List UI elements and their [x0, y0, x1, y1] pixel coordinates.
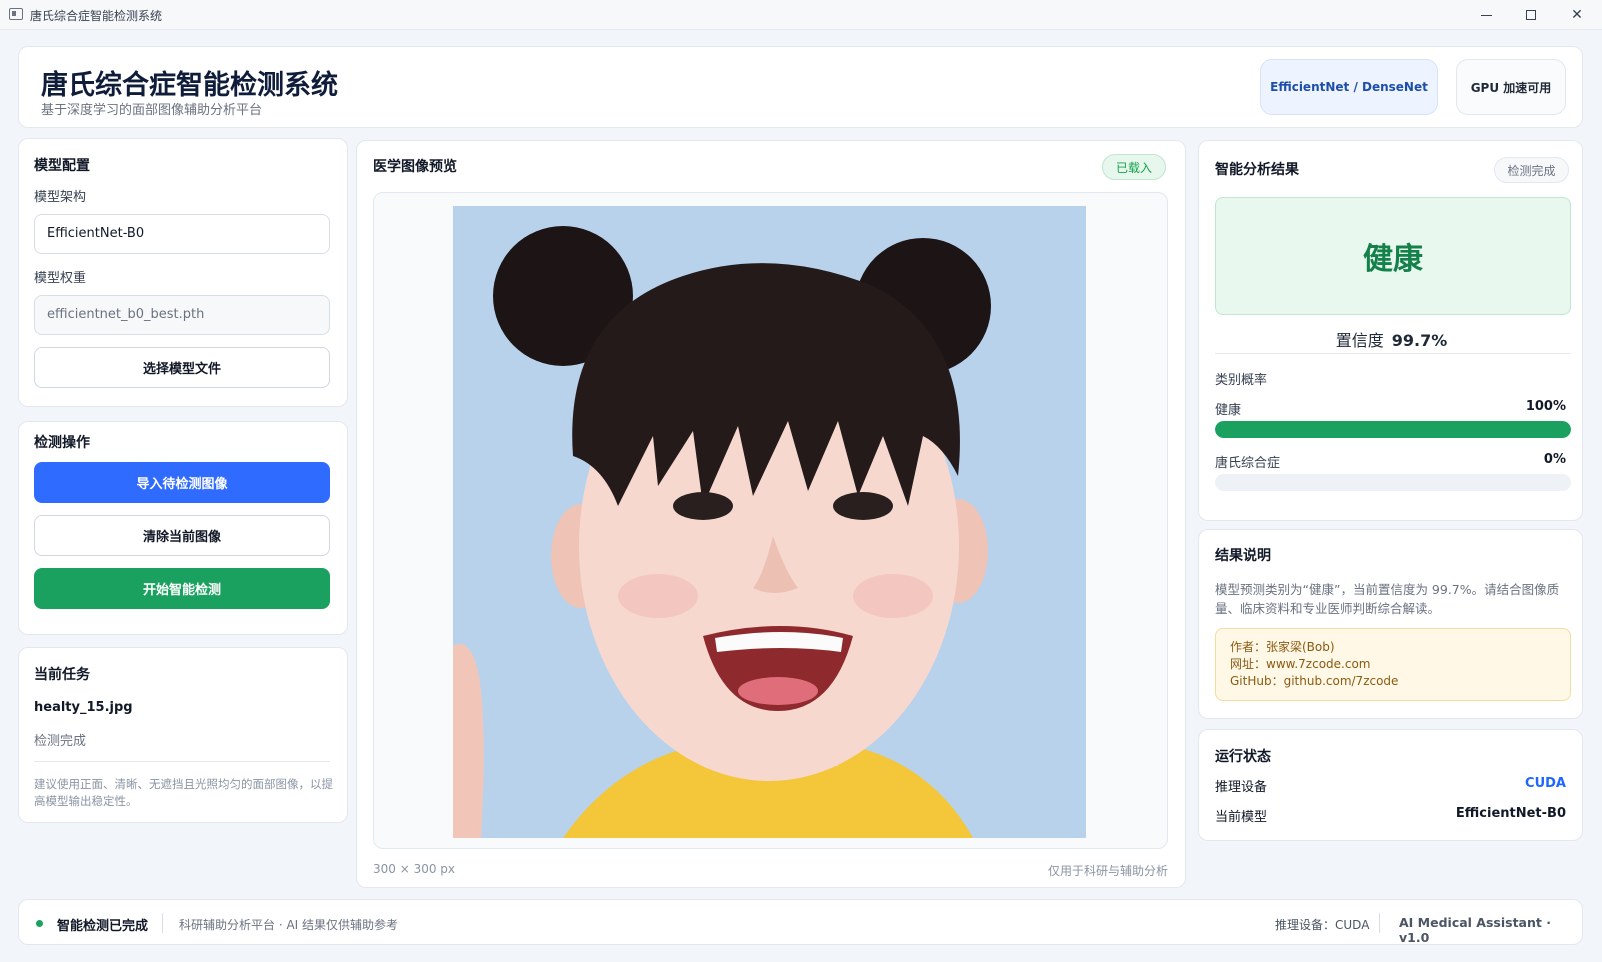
class-name-down-syndrome: 唐氏综合症 [1215, 456, 1281, 471]
github-line[interactable]: GitHub：github.com/7zcode [1230, 673, 1556, 690]
result-note-panel: 结果说明 模型预测类别为“健康”，当前置信度为 99.7%。请结合图像质量、临床… [1198, 529, 1583, 719]
maximize-icon [1526, 10, 1536, 20]
status-separator [1379, 913, 1380, 933]
window-title: 唐氏综合症智能检测系统 [30, 9, 163, 23]
loaded-badge: 已载入 [1102, 154, 1166, 180]
status-dot-icon [36, 920, 43, 927]
status-sub: 科研辅助分析平台 · AI 结果仅供辅助参考 [179, 918, 399, 932]
task-divider [34, 761, 330, 762]
clear-image-button[interactable]: 清除当前图像 [34, 515, 330, 556]
gpu-chip: GPU 加速可用 [1456, 59, 1566, 115]
start-detection-button[interactable]: 开始智能检测 [34, 568, 330, 609]
author-info-box: 作者：张家梁(Bob) 网址：www.7zcode.com GitHub：git… [1215, 628, 1571, 701]
image-size-text: 300 × 300 px [373, 862, 456, 876]
preview-frame [373, 192, 1168, 849]
device-label: 推理设备 [1215, 780, 1268, 795]
import-image-button[interactable]: 导入待检测图像 [34, 462, 330, 503]
result-label: 健康 [1363, 242, 1423, 277]
detection-ops-panel: 检测操作 导入待检测图像 清除当前图像 开始智能检测 [18, 421, 348, 635]
arch-select[interactable]: EfficientNet-B0 [34, 214, 330, 254]
task-status: 检测完成 [34, 734, 87, 749]
ops-title: 检测操作 [34, 435, 90, 451]
model-chip: EfficientNet / DenseNet [1260, 59, 1438, 115]
preview-title: 医学图像预览 [373, 159, 457, 175]
class-value-healthy: 100% [1525, 399, 1566, 414]
status-main: 智能检测已完成 [57, 919, 149, 934]
app-header: 唐氏综合症智能检测系统 基于深度学习的面部图像辅助分析平台 EfficientN… [18, 46, 1583, 128]
result-label-box: 健康 [1215, 197, 1571, 315]
task-filename: healty_15.jpg [34, 700, 133, 715]
result-divider [1215, 353, 1571, 354]
close-button[interactable]: ✕ [1566, 4, 1588, 26]
analysis-result-panel: 智能分析结果 检测完成 健康 置信度 99.7% 类别概率 健康 100% 唐氏综… [1198, 140, 1583, 521]
page-title: 唐氏综合症智能检测系统 [41, 70, 338, 101]
prob-title: 类别概率 [1215, 373, 1268, 388]
page-subtitle: 基于深度学习的面部图像辅助分析平台 [41, 103, 263, 118]
maximize-button[interactable] [1520, 4, 1542, 26]
task-title: 当前任务 [34, 667, 90, 683]
prob-bar-healthy [1215, 421, 1571, 438]
author-line: 作者：张家梁(Bob) [1230, 640, 1335, 654]
face-photo-illustration [453, 206, 1086, 838]
confidence-line: 置信度 99.7% [1199, 327, 1584, 351]
run-title: 运行状态 [1215, 749, 1271, 765]
current-model-label: 当前模型 [1215, 810, 1268, 825]
image-preview-panel: 医学图像预览 已载入 300 × 300 px 仅用于科研与辅助分析 [356, 140, 1186, 888]
minimize-button[interactable] [1476, 4, 1498, 26]
current-task-panel: 当前任务 healty_15.jpg 检测完成 建议使用正面、清晰、无遮挡且光照… [18, 647, 348, 823]
confidence-value: 99.7% [1391, 331, 1448, 350]
note-text: 模型预测类别为“健康”，当前置信度为 99.7%。请结合图像质量、临床资料和专业… [1215, 582, 1560, 616]
site-line[interactable]: 网址：www.7zcode.com [1230, 656, 1556, 673]
current-model-value: EfficientNet-B0 [1455, 806, 1566, 821]
status-app-version: AI Medical Assistant · v1.0 [1399, 915, 1551, 945]
device-value: CUDA [1525, 776, 1566, 791]
run-status-panel: 运行状态 推理设备 CUDA 当前模型 EfficientNet-B0 [1198, 729, 1583, 841]
weight-label: 模型权重 [34, 271, 87, 286]
app-window-icon [9, 8, 23, 20]
preview-image [453, 206, 1086, 838]
status-separator [162, 913, 163, 933]
status-bar: 智能检测已完成 科研辅助分析平台 · AI 结果仅供辅助参考 推理设备：CUDA… [18, 899, 1583, 945]
class-name-healthy: 健康 [1215, 403, 1242, 418]
task-tip: 建议使用正面、清晰、无遮挡且光照均匀的面部图像，以提高模型输出稳定性。 [34, 777, 333, 808]
minimize-icon [1481, 15, 1492, 16]
confidence-label: 置信度 [1335, 331, 1384, 350]
window-titlebar: 唐氏综合症智能检测系统 ✕ [0, 0, 1602, 30]
choose-model-file-button[interactable]: 选择模型文件 [34, 347, 330, 388]
model-config-panel: 模型配置 模型架构 EfficientNet-B0 模型权重 efficient… [18, 138, 348, 407]
class-value-down-syndrome: 0% [1543, 452, 1566, 467]
arch-label: 模型架构 [34, 190, 87, 205]
research-disclaimer: 仅用于科研与辅助分析 [1047, 864, 1168, 878]
model-config-title: 模型配置 [34, 158, 90, 174]
weight-field[interactable]: efficientnet_b0_best.pth [34, 295, 330, 335]
result-title: 智能分析结果 [1215, 162, 1299, 178]
note-title: 结果说明 [1215, 548, 1271, 564]
status-device: 推理设备：CUDA [1275, 918, 1370, 932]
detection-done-badge: 检测完成 [1494, 157, 1569, 183]
prob-bar-down-syndrome [1215, 474, 1571, 491]
close-icon: ✕ [1571, 7, 1583, 23]
prob-bar-fill-healthy [1215, 421, 1571, 438]
